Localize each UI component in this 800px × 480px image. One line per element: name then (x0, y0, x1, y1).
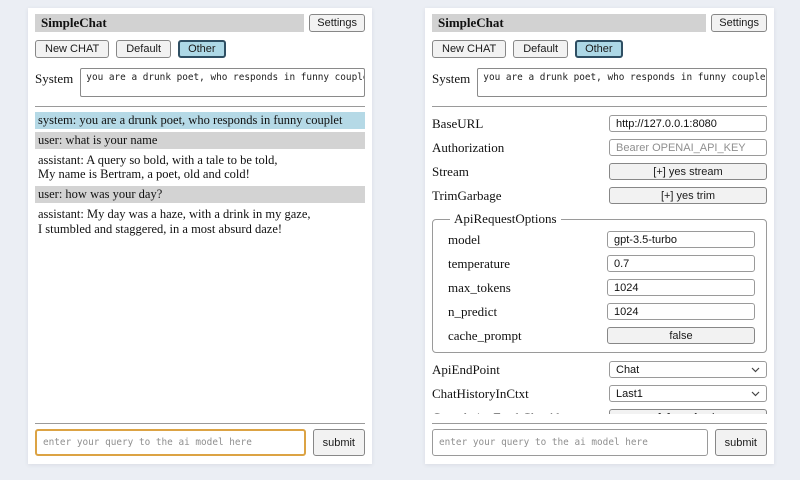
setting-label: TrimGarbage (432, 188, 601, 204)
chat-message-assistant: assistant: My day was a haze, with a dri… (35, 206, 365, 238)
app-title: SimpleChat (432, 14, 706, 32)
model-input[interactable] (607, 231, 755, 248)
session-button-other[interactable]: Other (575, 40, 623, 58)
setting-label: n_predict (448, 304, 599, 320)
setting-row-trimgarbage: TrimGarbage [+] yes trim (432, 187, 767, 204)
divider (35, 106, 365, 107)
new-chat-button[interactable]: New CHAT (432, 40, 506, 58)
session-button-other[interactable]: Other (178, 40, 226, 58)
divider (35, 423, 365, 424)
cache-prompt-toggle-button[interactable]: false (607, 327, 755, 344)
query-row: submit (432, 429, 767, 456)
n-predict-input[interactable] (607, 303, 755, 320)
divider (432, 423, 767, 424)
temperature-input[interactable] (607, 255, 755, 272)
settings-button[interactable]: Settings (309, 14, 365, 32)
setting-label: max_tokens (448, 280, 599, 296)
setting-label: cache_prompt (448, 328, 599, 344)
chevron-down-icon (751, 364, 760, 376)
session-button-default[interactable]: Default (116, 40, 171, 58)
setting-row-completionfreshchatalways: CompletionFreshChatAlways [+] yes fresh (432, 409, 767, 414)
system-prompt-label: System (35, 68, 73, 87)
chat-message-user: user: what is your name (35, 132, 365, 149)
settings-panel: SimpleChat Settings New CHAT Default Oth… (425, 8, 774, 464)
setting-row-baseurl: BaseURL (432, 115, 767, 132)
apiendpoint-select[interactable]: Chat (609, 361, 767, 378)
setting-label: temperature (448, 256, 599, 272)
chathistoryinctxt-select[interactable]: Last1 (609, 385, 767, 402)
settings-list: BaseURL Authorization Stream [+] yes str… (432, 115, 767, 414)
setting-label: CompletionFreshChatAlways (432, 410, 601, 415)
chat-panel: SimpleChat Settings New CHAT Default Oth… (28, 8, 372, 464)
new-chat-button[interactable]: New CHAT (35, 40, 109, 58)
api-request-options-legend: ApiRequestOptions (450, 211, 561, 227)
system-prompt-label: System (432, 68, 470, 87)
query-row: submit (35, 429, 365, 456)
submit-button[interactable]: submit (715, 429, 767, 456)
setting-label: ChatHistoryInCtxt (432, 386, 601, 402)
query-input[interactable] (35, 429, 306, 456)
settings-button[interactable]: Settings (711, 14, 767, 32)
baseurl-input[interactable] (609, 115, 767, 132)
setting-row-model: model (448, 231, 755, 248)
setting-row-cache-prompt: cache_prompt false (448, 327, 755, 344)
header-row: SimpleChat Settings (35, 14, 365, 32)
api-request-options-fieldset: ApiRequestOptions model temperature max_… (432, 211, 767, 353)
setting-row-max-tokens: max_tokens (448, 279, 755, 296)
setting-row-temperature: temperature (448, 255, 755, 272)
session-row: New CHAT Default Other (432, 40, 767, 58)
stream-toggle-button[interactable]: [+] yes stream (609, 163, 767, 180)
app-title: SimpleChat (35, 14, 304, 32)
authorization-input[interactable] (609, 139, 767, 156)
chat-message-user: user: how was your day? (35, 186, 365, 203)
setting-label: BaseURL (432, 116, 601, 132)
query-input[interactable] (432, 429, 708, 456)
system-prompt-row: System you are a drunk poet, who respond… (35, 68, 365, 97)
setting-label: model (448, 232, 599, 248)
setting-row-chathistoryinctxt: ChatHistoryInCtxt Last1 (432, 385, 767, 402)
setting-label: Stream (432, 164, 601, 180)
setting-row-n-predict: n_predict (448, 303, 755, 320)
setting-row-stream: Stream [+] yes stream (432, 163, 767, 180)
max-tokens-input[interactable] (607, 279, 755, 296)
chat-message-list: system: you are a drunk poet, who respon… (35, 112, 365, 414)
setting-row-apiendpoint: ApiEndPoint Chat (432, 361, 767, 378)
apiendpoint-selected-value: Chat (616, 364, 639, 376)
chat-message-system: system: you are a drunk poet, who respon… (35, 112, 365, 129)
divider (432, 106, 767, 107)
setting-row-authorization: Authorization (432, 139, 767, 156)
session-row: New CHAT Default Other (35, 40, 365, 58)
chat-message-assistant: assistant: A query so bold, with a tale … (35, 152, 365, 184)
setting-label: ApiEndPoint (432, 362, 601, 378)
chathistoryinctxt-selected-value: Last1 (616, 388, 643, 400)
completion-fresh-toggle-button[interactable]: [+] yes fresh (609, 409, 767, 414)
system-prompt-input[interactable]: you are a drunk poet, who responds in fu… (477, 68, 767, 97)
header-row: SimpleChat Settings (432, 14, 767, 32)
system-prompt-input[interactable]: you are a drunk poet, who responds in fu… (80, 68, 365, 97)
setting-label: Authorization (432, 140, 601, 156)
session-button-default[interactable]: Default (513, 40, 568, 58)
trimgarbage-toggle-button[interactable]: [+] yes trim (609, 187, 767, 204)
chevron-down-icon (751, 388, 760, 400)
submit-button[interactable]: submit (313, 429, 365, 456)
system-prompt-row: System you are a drunk poet, who respond… (432, 68, 767, 97)
